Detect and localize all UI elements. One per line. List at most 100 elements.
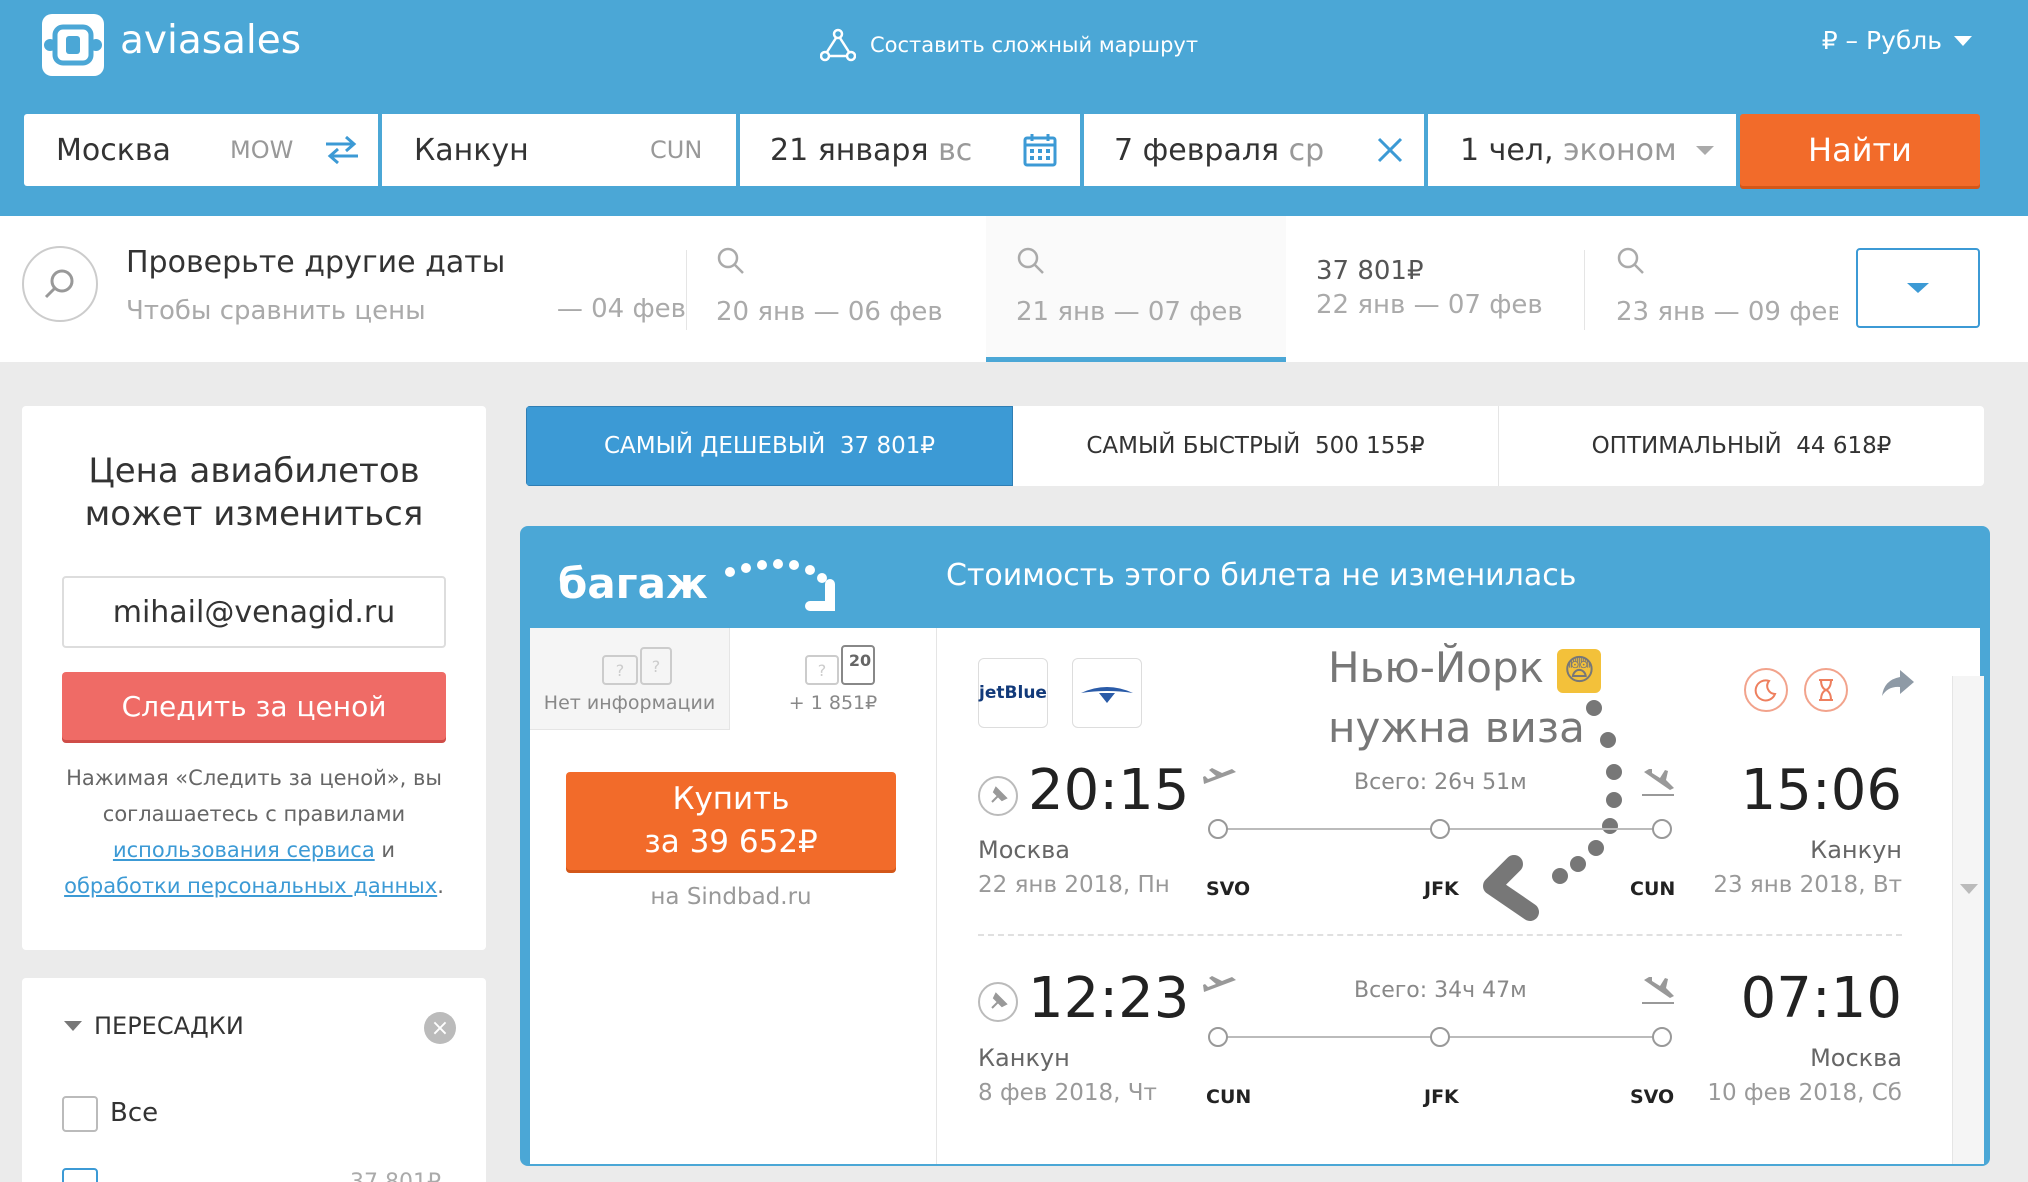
share-icon[interactable]: [1880, 668, 1916, 698]
logo-text[interactable]: aviasales: [120, 18, 301, 63]
find-button[interactable]: Найти: [1740, 114, 1980, 186]
date-option[interactable]: — 04 фев: [500, 216, 686, 362]
airline-name: jetBlue: [979, 683, 1047, 703]
seller-name: на Sindbad.ru: [650, 884, 812, 910]
pin-icon[interactable]: [976, 980, 1020, 1024]
baggage-label: багаж: [558, 558, 708, 608]
baggage-option-extra[interactable]: ? 20 + 1 851₽: [730, 628, 936, 730]
date-price: 37 801₽: [1316, 256, 1424, 286]
date-option[interactable]: 20 янв — 06 фев: [716, 216, 986, 362]
date-option-selected[interactable]: 21 янв — 07 фев: [986, 216, 1286, 362]
search-icon: [22, 246, 98, 322]
date-range: 22 янв — 07 фев: [1316, 290, 1543, 320]
price-alert-title-line: может измениться: [84, 493, 424, 534]
clear-filter-icon[interactable]: ×: [424, 1012, 456, 1044]
return-date: 7 февраля: [1114, 132, 1280, 168]
complex-route-link[interactable]: Составить сложный маршрут: [820, 28, 1198, 62]
terms-and: и: [381, 838, 396, 862]
buy-button[interactable]: Купить за 39 652₽: [566, 772, 896, 870]
takeoff-icon: [1203, 768, 1236, 784]
passengers-count: 1 чел,: [1460, 132, 1554, 168]
buy-price: за 39 652₽: [644, 824, 818, 860]
passengers-field[interactable]: 1 чел, эконом: [1428, 114, 1736, 186]
destination-field[interactable]: Канкун CUN: [382, 114, 736, 186]
chevron-down-icon: [1954, 35, 1972, 46]
date-range: 23 янв — 09 фев: [1616, 297, 1838, 327]
date-range: — 04 фев: [556, 294, 686, 324]
destination-city: Канкун: [414, 132, 529, 168]
baggage-option-none[interactable]: ?? Нет информации: [530, 628, 730, 730]
divider: [686, 250, 687, 330]
divider: [1584, 250, 1585, 330]
airline-logo-jetblue: jetBlue: [978, 658, 1048, 728]
inbound-arr-date: 10 фев 2018, Сб: [1707, 1080, 1902, 1106]
currency-selector[interactable]: ₽ – Рубль: [1822, 26, 1972, 55]
complex-route-label: Составить сложный маршрут: [870, 33, 1199, 57]
tab-price: 37 801₽: [839, 433, 936, 459]
outbound-dep-time: 20:15: [1028, 758, 1190, 823]
stop-code: SVO: [1630, 1086, 1675, 1108]
expand-details-icon[interactable]: [1952, 676, 1984, 1164]
price-alert-title-line: Цена авиабилетов: [88, 451, 420, 491]
more-dates-button[interactable]: [1856, 248, 1980, 328]
outbound-dep-city: Москва: [978, 836, 1070, 864]
depart-dow: вс: [938, 132, 973, 168]
origin-code: MOW: [230, 136, 294, 164]
baggage-logo: багаж: [558, 548, 868, 618]
depart-date-field[interactable]: 21 января вс: [740, 114, 1080, 186]
filter-all-checkbox[interactable]: [62, 1096, 98, 1132]
logo-icon[interactable]: [42, 14, 104, 76]
price-alert-title: Цена авиабилетов может измениться: [22, 450, 486, 535]
date-option[interactable]: 37 801₽ 22 янв — 07 фев: [1316, 216, 1586, 362]
origin-city: Москва: [56, 132, 171, 168]
takeoff-icon: [1203, 976, 1236, 992]
inbound-arr-city: Москва: [1810, 1044, 1902, 1072]
terms-line: соглашаетесь с правилами: [102, 802, 406, 826]
passengers-class: эконом: [1563, 132, 1677, 168]
return-date-field[interactable]: 7 февраля ср: [1084, 114, 1424, 186]
filters-header[interactable]: ПЕРЕСАДКИ: [64, 1012, 244, 1040]
clear-icon[interactable]: [1376, 136, 1404, 164]
outbound-arr-date: 23 янв 2018, Вт: [1713, 872, 1902, 898]
tab-price: 500 155₽: [1314, 433, 1425, 459]
route-icon: [820, 28, 856, 62]
svg-text:?: ?: [818, 661, 827, 680]
tab-label: САМЫЙ ДЕШЕВЫЙ: [603, 433, 826, 459]
tab-fastest[interactable]: САМЫЙ БЫСТРЫЙ 500 155₽: [1013, 406, 1499, 486]
tab-cheapest[interactable]: САМЫЙ ДЕШЕВЫЙ 37 801₽: [526, 406, 1013, 486]
currency-label: ₽ – Рубль: [1821, 26, 1942, 55]
segment-divider: [978, 934, 1902, 936]
filter-checkbox[interactable]: [62, 1168, 98, 1182]
svg-text:?: ?: [615, 661, 624, 680]
column-divider: [936, 628, 937, 1164]
night-flight-icon: [1744, 668, 1788, 712]
date-range: 21 янв — 07 фев: [1016, 297, 1243, 327]
track-price-button[interactable]: Следить за ценой: [62, 672, 446, 740]
airline-logo-aeroflot: [1072, 658, 1142, 728]
baggage-extra-price: + 1 851₽: [788, 692, 878, 714]
chevron-down-icon: [1960, 884, 1978, 894]
search-icon: [1617, 247, 1644, 274]
terms-line: обработки персональных данных.: [64, 874, 444, 898]
stop-dot: [1430, 1027, 1450, 1047]
pin-icon[interactable]: [976, 774, 1020, 818]
annotation-arrow-icon: [1483, 700, 1622, 921]
terms-link[interactable]: обработки персональных данных: [64, 874, 437, 898]
outbound-dep-date: 22 янв 2018, Пн: [978, 872, 1170, 898]
sort-tabs: САМЫЙ ДЕШЕВЫЙ 37 801₽ САМЫЙ БЫСТРЫЙ 500 …: [526, 406, 1984, 486]
origin-field[interactable]: Москва MOW: [24, 114, 378, 186]
filters-title: ПЕРЕСАДКИ: [94, 1012, 244, 1040]
annotation-line: Нью-Йорк: [1328, 643, 1544, 692]
date-option[interactable]: 23 янв — 09 фев: [1616, 216, 1838, 362]
filters-panel: [22, 978, 486, 1182]
inbound-arr-time: 07:10: [1740, 966, 1902, 1031]
tab-optimal[interactable]: ОПТИМАЛЬНЫЙ 44 618₽: [1499, 406, 1984, 486]
calendar-icon[interactable]: [1022, 132, 1058, 168]
swap-icon[interactable]: [322, 134, 362, 166]
stop-dot: [1208, 1027, 1228, 1047]
inbound-dep-date: 8 фев 2018, Чт: [978, 1080, 1157, 1106]
terms-line: использования сервиса и: [40, 832, 468, 868]
terms-link[interactable]: использования сервиса: [113, 838, 375, 862]
email-input[interactable]: mihail@venagid.ru: [62, 576, 446, 648]
stop-code: JFK: [1424, 1086, 1459, 1108]
